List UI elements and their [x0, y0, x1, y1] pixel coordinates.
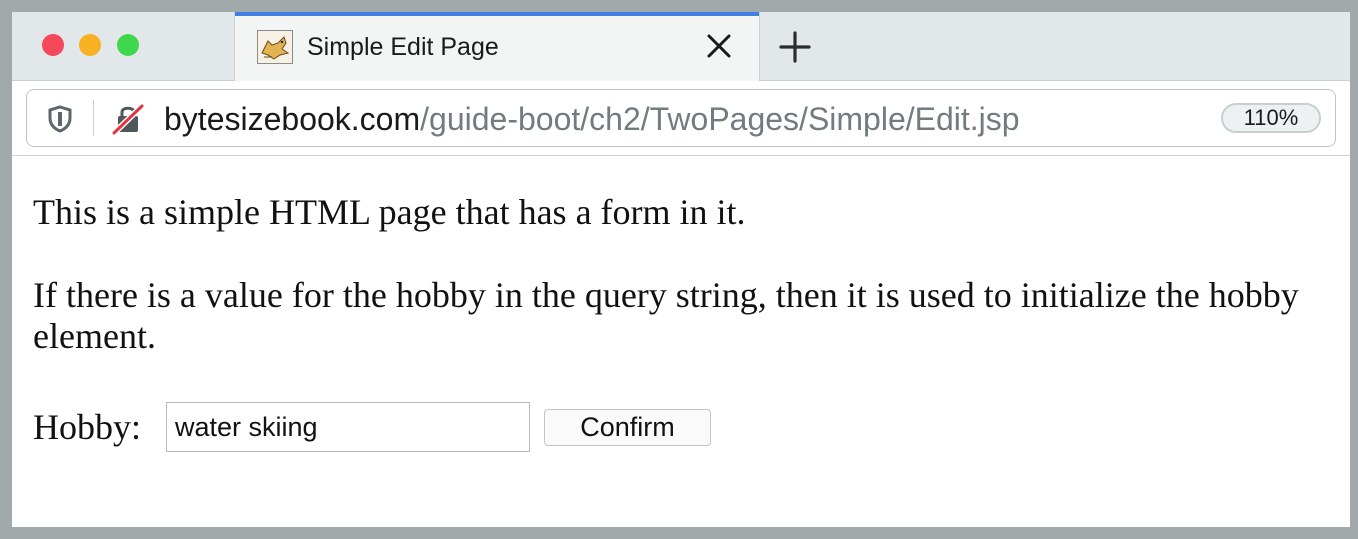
url-path: /guide-boot/ch2/TwoPages/Simple/Edit.jsp: [420, 101, 1020, 137]
hobby-form: Hobby: Confirm: [33, 402, 833, 452]
window-maximize-button[interactable]: [117, 34, 139, 56]
window-close-button[interactable]: [42, 34, 64, 56]
zoom-level-badge[interactable]: 110%: [1221, 103, 1321, 133]
intro-paragraph: This is a simple HTML page that has a fo…: [33, 192, 746, 232]
tab-strip: Simple Edit Page: [12, 12, 1350, 81]
toolbar-divider: [12, 155, 1350, 156]
address-bar-divider: [93, 100, 94, 136]
description-paragraph: If there is a value for the hobby in the…: [33, 275, 1299, 356]
window-minimize-button[interactable]: [79, 34, 101, 56]
hobby-label: Hobby:: [33, 407, 141, 447]
tab-simple-edit-page[interactable]: Simple Edit Page: [234, 12, 760, 81]
browser-window: Simple Edit Page bytesizebook.com/guide-…: [12, 12, 1350, 527]
new-tab-icon[interactable]: [778, 30, 812, 64]
confirm-button[interactable]: Confirm: [544, 409, 711, 446]
tomcat-icon: [257, 30, 293, 64]
url-text[interactable]: bytesizebook.com/guide-boot/ch2/TwoPages…: [164, 101, 1020, 138]
url-host: bytesizebook.com: [164, 101, 421, 137]
hobby-input[interactable]: [166, 402, 530, 452]
address-bar[interactable]: bytesizebook.com/guide-boot/ch2/TwoPages…: [26, 89, 1336, 147]
close-tab-icon[interactable]: [705, 32, 733, 60]
tab-title: Simple Edit Page: [307, 33, 499, 61]
insecure-lock-icon[interactable]: [111, 103, 145, 136]
active-tab-indicator: [235, 12, 759, 16]
shield-icon[interactable]: [47, 105, 73, 133]
